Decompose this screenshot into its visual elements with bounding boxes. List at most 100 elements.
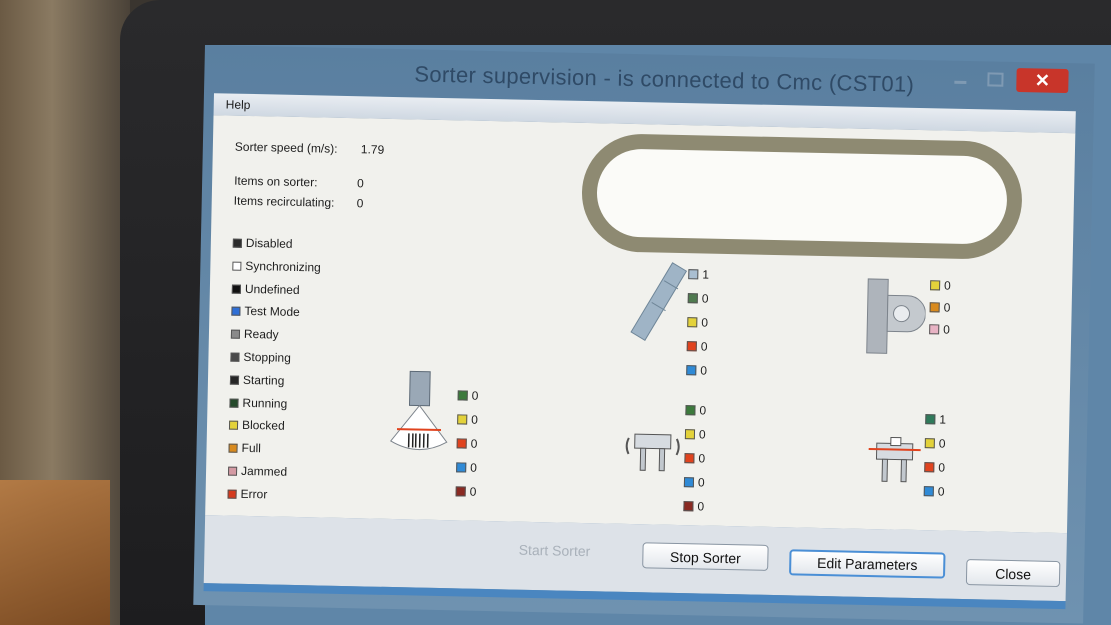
minimize-button[interactable]	[946, 67, 974, 92]
items-recirculating-value: 0	[356, 196, 364, 211]
start-sorter-button[interactable]: Start Sorter	[494, 535, 615, 564]
scanner-counter: 0	[455, 484, 477, 500]
discharge-icon	[866, 278, 927, 354]
counter-swatch	[923, 486, 934, 497]
counter-swatch	[456, 462, 467, 473]
counter-value: 0	[471, 412, 479, 427]
legend-swatch	[230, 352, 240, 362]
legend-item: Undefined	[231, 281, 300, 298]
legend-swatch	[232, 238, 242, 248]
legend-swatch	[230, 329, 241, 339]
chute-counter: 0	[687, 291, 709, 307]
legend-swatch	[229, 375, 240, 385]
counter-swatch	[683, 501, 694, 512]
sorter-loop-track	[580, 132, 1024, 261]
counter-swatch	[683, 477, 695, 488]
counter-value: 0	[698, 427, 706, 442]
counter-swatch	[684, 429, 696, 440]
sorter-speed-label: Sorter speed (m/s):	[234, 139, 338, 156]
sorting-station-icon	[868, 436, 921, 483]
counter-swatch	[457, 414, 468, 425]
station-counter: 1	[925, 412, 946, 428]
legend-label: Ready	[243, 327, 279, 342]
counter-value: 0	[701, 291, 709, 306]
counter-swatch	[925, 414, 936, 425]
legend-label: Blocked	[241, 418, 285, 434]
window-title: Sorter supervision - is connected to Cmc…	[414, 61, 915, 97]
discharge-counter: 0	[929, 322, 950, 338]
scanner-counter: 0	[457, 412, 478, 428]
counter-value: 0	[700, 363, 708, 378]
counter-value: 0	[937, 484, 945, 499]
legend-swatch	[228, 420, 239, 431]
menu-help[interactable]: Help	[226, 97, 251, 112]
counter-swatch	[684, 453, 695, 464]
counter-value: 0	[697, 499, 705, 514]
legend-label: Test Mode	[244, 304, 300, 320]
counter-value: 0	[697, 475, 705, 490]
legend-item: Blocked	[228, 418, 285, 435]
desk-surface	[0, 480, 110, 625]
chute-counter: 0	[686, 363, 707, 379]
counter-value: 1	[939, 412, 947, 427]
counter-swatch	[688, 269, 699, 280]
scanner-counter: 0	[457, 388, 479, 404]
legend-item: Full	[228, 441, 261, 458]
counter-value: 0	[943, 322, 951, 337]
legend-item: Error	[227, 486, 267, 503]
window-close-button[interactable]: ✕	[1016, 68, 1069, 94]
induction-counter: 0	[683, 499, 704, 515]
stop-sorter-button[interactable]: Stop Sorter	[642, 542, 769, 571]
legend-item: Jammed	[227, 464, 287, 481]
counter-swatch	[929, 302, 940, 313]
discharge-counter: 0	[929, 300, 950, 316]
counter-value: 0	[469, 484, 477, 499]
barcode-scanner-icon	[389, 370, 448, 451]
counter-swatch	[686, 341, 697, 352]
items-on-sorter-label: Items on sorter:	[234, 173, 318, 190]
edit-parameters-button[interactable]: Edit Parameters	[789, 549, 946, 579]
legend-label: Full	[241, 441, 262, 456]
counter-swatch	[924, 462, 935, 473]
induction-counter: 0	[684, 427, 706, 443]
counter-value: 0	[471, 388, 479, 403]
legend-swatch	[227, 466, 238, 476]
legend-item: Synchronizing	[232, 258, 321, 276]
counter-value: 1	[702, 267, 710, 282]
sorter-supervision-window: Sorter supervision - is connected to Cmc…	[193, 45, 1095, 624]
legend-item: Disabled	[232, 236, 293, 253]
legend-swatch	[227, 489, 237, 499]
counter-swatch	[687, 317, 698, 328]
maximize-button[interactable]	[980, 67, 1008, 92]
close-button[interactable]: Close	[965, 559, 1061, 588]
counter-value: 0	[701, 315, 709, 330]
legend-label: Synchronizing	[245, 258, 321, 275]
counter-value: 0	[943, 300, 951, 315]
counter-value: 0	[938, 460, 946, 475]
chute-counter: 0	[687, 315, 708, 331]
legend-item: Starting	[229, 372, 284, 389]
legend-label: Undefined	[244, 281, 300, 297]
counter-value: 0	[470, 436, 478, 451]
chute-counter: 0	[686, 339, 708, 355]
counter-value: 0	[943, 278, 951, 293]
discharge-counter: 0	[930, 278, 951, 294]
scanner-counter: 0	[456, 436, 478, 452]
legend-label: Stopping	[243, 349, 291, 365]
counter-value: 0	[700, 339, 708, 354]
counter-value: 0	[470, 460, 478, 475]
counter-swatch	[455, 486, 466, 497]
sorter-speed-value: 1.79	[360, 142, 385, 157]
scanner-counter: 0	[456, 460, 477, 476]
counter-swatch	[457, 390, 468, 401]
items-recirculating-label: Items recirculating:	[233, 193, 335, 210]
station-counter: 0	[923, 484, 945, 500]
legend-swatch	[228, 443, 238, 453]
counter-swatch	[685, 405, 696, 416]
induction-counter: 0	[684, 451, 705, 467]
counter-swatch	[930, 280, 941, 291]
counter-swatch	[924, 438, 935, 449]
legend-swatch	[229, 398, 239, 408]
counter-swatch	[687, 293, 698, 304]
sorter-panel: Sorter speed (m/s): 1.79 Items on sorter…	[205, 115, 1076, 546]
